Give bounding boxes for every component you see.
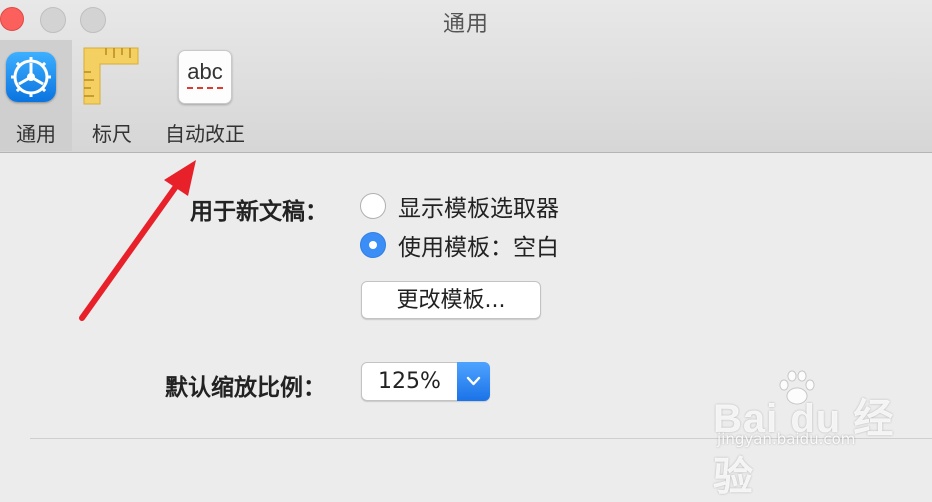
spelling-underline xyxy=(187,87,223,89)
radio-show-template-chooser-label: 显示模板选取器 xyxy=(398,196,559,222)
abc-spellcheck-icon: abc xyxy=(178,50,232,104)
change-template-button[interactable]: 更改模板... xyxy=(361,281,541,319)
watermark-url: jingyan.baidu.com xyxy=(717,430,856,448)
toolbar: 通用 通用 标尺 abc 自动改正 xyxy=(0,0,932,153)
radio-button-checked[interactable] xyxy=(360,232,386,258)
zoom-select[interactable]: 125% xyxy=(361,362,490,401)
zoom-select-value: 125% xyxy=(378,369,441,394)
window-title: 通用 xyxy=(442,12,489,37)
tab-auto-correction[interactable]: abc 自动改正 xyxy=(160,40,250,151)
tab-rulers[interactable]: 标尺 xyxy=(80,40,144,151)
radio-show-template-chooser[interactable]: 显示模板选取器 xyxy=(360,190,559,222)
radio-use-template-label: 使用模板：空白 xyxy=(398,235,559,261)
preferences-window: 通用 通用 标尺 abc 自动改正 用于新文稿： 显示模板选取器 使用模板：空白… xyxy=(0,0,932,499)
radio-use-template[interactable]: 使用模板：空白 xyxy=(360,229,559,261)
tab-general-label: 通用 xyxy=(16,122,56,146)
annotation-arrow-icon xyxy=(79,160,196,321)
radio-button-unchecked[interactable] xyxy=(360,193,386,219)
new-document-label: 用于新文稿： xyxy=(190,199,328,225)
default-zoom-label: 默认缩放比例： xyxy=(165,375,326,401)
tab-general[interactable]: 通用 xyxy=(0,40,72,151)
gear-icon xyxy=(6,52,56,102)
tab-auto-correction-label: 自动改正 xyxy=(165,122,245,146)
baidu-jingyan-watermark: Bai du 经验 jingyan.baidu.com xyxy=(713,370,913,499)
tab-rulers-label: 标尺 xyxy=(92,122,132,146)
ruler-icon xyxy=(80,46,140,106)
abc-icon-text: abc xyxy=(187,59,223,84)
chevron-down-icon[interactable] xyxy=(457,362,490,401)
